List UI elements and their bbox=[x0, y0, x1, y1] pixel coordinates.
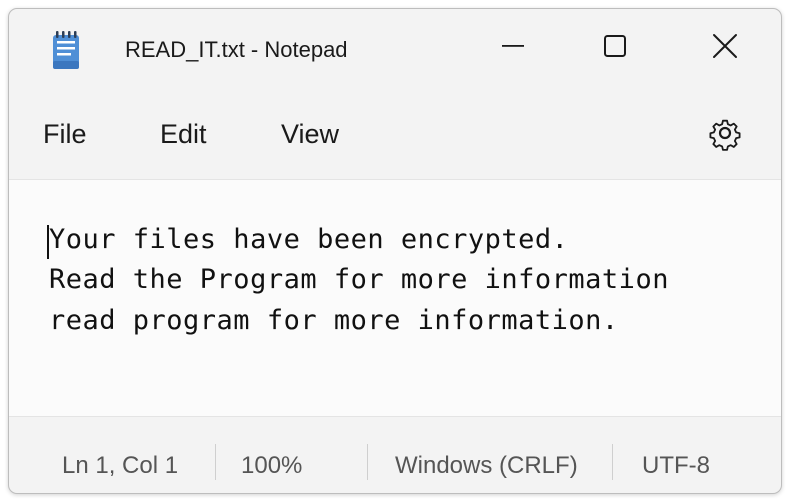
text-line: read program for more information. bbox=[49, 305, 619, 336]
menu-view[interactable]: View bbox=[281, 119, 339, 150]
status-divider bbox=[215, 444, 216, 480]
gear-icon bbox=[707, 115, 743, 156]
cursor-position: Ln 1, Col 1 bbox=[62, 452, 179, 479]
status-bar: Ln 1, Col 1 100% Windows (CRLF) UTF-8 bbox=[9, 416, 781, 493]
minimize-button[interactable] bbox=[479, 19, 547, 77]
settings-button[interactable] bbox=[705, 115, 745, 155]
status-divider bbox=[367, 444, 368, 480]
text-line: Your files have been encrypted. bbox=[49, 224, 569, 255]
notepad-icon bbox=[51, 29, 81, 71]
status-divider bbox=[612, 444, 613, 480]
menu-edit[interactable]: Edit bbox=[160, 119, 207, 150]
menu-bar: File Edit View bbox=[9, 107, 781, 167]
notepad-window: READ_IT.txt - Notepad File Edit View You… bbox=[8, 8, 782, 494]
title-bar[interactable]: READ_IT.txt - Notepad bbox=[9, 9, 781, 89]
window-title: READ_IT.txt - Notepad bbox=[125, 37, 348, 62]
minimize-icon bbox=[501, 34, 525, 63]
zoom-level: 100% bbox=[241, 452, 303, 479]
close-button[interactable] bbox=[691, 19, 759, 77]
text-editor[interactable]: Your files have been encrypted. Read the… bbox=[9, 179, 781, 417]
close-icon bbox=[712, 33, 738, 64]
menu-file[interactable]: File bbox=[43, 119, 87, 150]
text-line: Read the Program for more information bbox=[49, 264, 669, 295]
encoding: UTF-8 bbox=[642, 452, 710, 479]
line-ending: Windows (CRLF) bbox=[395, 452, 578, 479]
maximize-button[interactable] bbox=[581, 19, 649, 77]
maximize-icon bbox=[603, 34, 627, 63]
